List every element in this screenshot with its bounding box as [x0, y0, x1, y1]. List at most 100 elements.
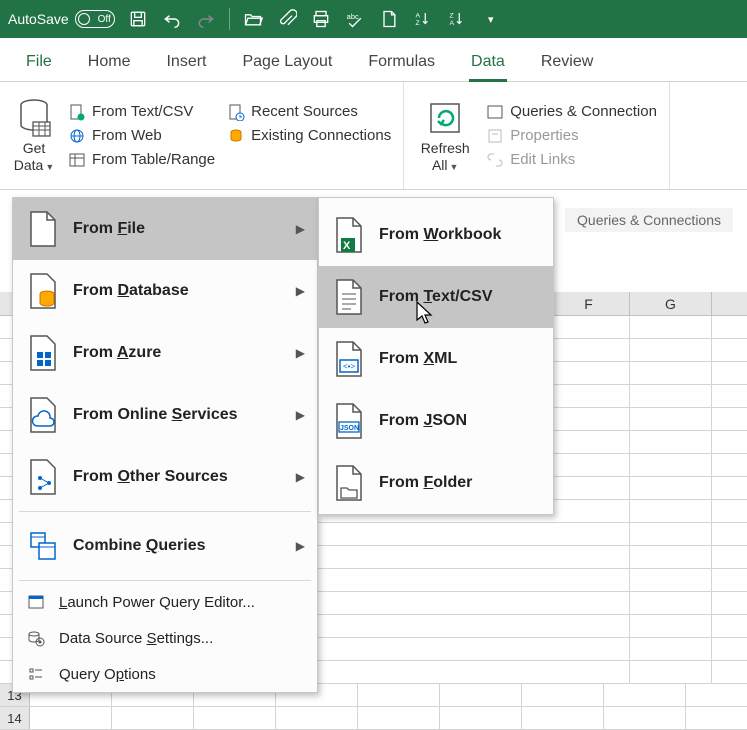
- text-file-icon: [68, 103, 86, 121]
- svg-text:A: A: [415, 13, 420, 20]
- properties-button: Properties: [486, 127, 657, 145]
- chevron-right-icon: ▶: [296, 222, 305, 236]
- submenu-workbook-label: From Workbook: [379, 226, 501, 244]
- separator: [19, 511, 311, 512]
- submenu-xml-label: From XML: [379, 350, 457, 368]
- submenu-text-csv[interactable]: From Text/CSV: [319, 266, 553, 328]
- submenu-folder[interactable]: From Folder: [319, 452, 553, 514]
- col-header-g[interactable]: G: [630, 292, 712, 315]
- menu-combine[interactable]: Combine Queries ▶: [13, 515, 317, 577]
- submenu-workbook[interactable]: X From Workbook: [319, 204, 553, 266]
- chevron-right-icon: ▶: [296, 346, 305, 360]
- submenu-text-csv-label: From Text/CSV: [379, 288, 493, 306]
- settings-icon: [27, 629, 45, 647]
- undo-icon[interactable]: [161, 8, 183, 30]
- text-csv-icon: [333, 278, 365, 316]
- get-data-stack2: Recent Sources Existing Connections: [221, 86, 397, 185]
- redo-icon[interactable]: [195, 8, 217, 30]
- database-icon: [16, 98, 52, 138]
- menu-from-azure-label: From Azure: [73, 344, 161, 362]
- from-web-button[interactable]: From Web: [68, 127, 215, 145]
- get-data-label1: Get: [23, 140, 46, 157]
- sort-asc-icon[interactable]: AZ: [412, 8, 434, 30]
- svg-text:A: A: [449, 20, 454, 27]
- tab-page-layout[interactable]: Page Layout: [224, 45, 350, 81]
- menu-data-source-label: Data Source Settings...: [59, 630, 213, 647]
- refresh-label2: All▼: [432, 157, 458, 174]
- workbook-icon: X: [333, 216, 365, 254]
- recent-icon: [227, 103, 245, 121]
- sort-desc-icon[interactable]: ZA: [446, 8, 468, 30]
- autosave-toggle[interactable]: AutoSave Off: [8, 10, 115, 28]
- get-data-label2: Data▼: [14, 157, 55, 174]
- title-bar: AutoSave Off abc AZ ZA ▾: [0, 0, 747, 38]
- menu-data-source[interactable]: Data Source Settings...: [13, 620, 317, 656]
- spellcheck-icon[interactable]: abc: [344, 8, 366, 30]
- menu-from-database[interactable]: From Database ▶: [13, 260, 317, 322]
- from-file-submenu: X From Workbook From Text/CSV <•> From X…: [318, 197, 554, 515]
- get-data-menu: From File ▶ From Database ▶ From Azure ▶…: [12, 197, 318, 693]
- azure-icon: [27, 334, 59, 372]
- other-sources-icon: [27, 458, 59, 496]
- from-web-label: From Web: [92, 127, 162, 144]
- open-icon[interactable]: [242, 8, 264, 30]
- menu-from-other[interactable]: From Other Sources ▶: [13, 446, 317, 508]
- queries-connections-button[interactable]: Queries & Connection: [486, 103, 657, 121]
- menu-query-options-label: Query Options: [59, 666, 156, 683]
- refresh-icon: [425, 98, 465, 138]
- from-table-label: From Table/Range: [92, 151, 215, 168]
- tab-data[interactable]: Data: [453, 45, 523, 81]
- svg-text:abc: abc: [346, 12, 358, 21]
- submenu-xml[interactable]: <•> From XML: [319, 328, 553, 390]
- customize-qat-icon[interactable]: ▾: [480, 8, 502, 30]
- menu-query-options[interactable]: Query Options: [13, 656, 317, 692]
- group-get-transform: Get Data▼ From Text/CSV From Web From Ta…: [0, 82, 404, 189]
- menu-launch-pqe[interactable]: Launch Power Query Editor...: [13, 584, 317, 620]
- chevron-right-icon: ▶: [296, 408, 305, 422]
- col-header-f[interactable]: F: [548, 292, 630, 315]
- chevron-right-icon: ▶: [296, 284, 305, 298]
- chevron-right-icon: ▶: [296, 539, 305, 553]
- tab-insert[interactable]: Insert: [148, 45, 224, 81]
- menu-from-other-label: From Other Sources: [73, 468, 228, 486]
- cloud-icon: [27, 396, 59, 434]
- queries-connections-panel-header: Queries & Connections: [565, 208, 733, 232]
- save-icon[interactable]: [127, 8, 149, 30]
- connections-icon: [227, 127, 245, 145]
- ribbon-tabs: File Home Insert Page Layout Formulas Da…: [0, 38, 747, 82]
- get-data-stack1: From Text/CSV From Web From Table/Range: [62, 86, 221, 185]
- queries-conn-label: Queries & Connection: [510, 103, 657, 120]
- tab-review[interactable]: Review: [523, 45, 611, 81]
- existing-connections-button[interactable]: Existing Connections: [227, 127, 391, 145]
- menu-from-file[interactable]: From File ▶: [13, 198, 317, 260]
- attach-icon[interactable]: [276, 8, 298, 30]
- print-icon[interactable]: [310, 8, 332, 30]
- submenu-json[interactable]: JSON From JSON: [319, 390, 553, 452]
- tab-file[interactable]: File: [8, 45, 70, 81]
- combine-icon: [27, 527, 59, 565]
- svg-text:JSON: JSON: [340, 425, 359, 432]
- toggle-off-icon: Off: [75, 10, 115, 28]
- menu-launch-pqe-label: Launch Power Query Editor...: [59, 594, 255, 611]
- folder-icon: [333, 464, 365, 502]
- links-icon: [486, 151, 504, 169]
- menu-from-database-label: From Database: [73, 282, 189, 300]
- menu-from-azure[interactable]: From Azure ▶: [13, 322, 317, 384]
- get-data-button[interactable]: Get Data▼: [6, 86, 62, 185]
- recent-sources-button[interactable]: Recent Sources: [227, 103, 391, 121]
- tab-formulas[interactable]: Formulas: [350, 45, 453, 81]
- new-icon[interactable]: [378, 8, 400, 30]
- ribbon-content: Get Data▼ From Text/CSV From Web From Ta…: [0, 82, 747, 190]
- web-icon: [68, 127, 86, 145]
- from-text-csv-button[interactable]: From Text/CSV: [68, 103, 215, 121]
- from-table-button[interactable]: From Table/Range: [68, 151, 215, 169]
- refresh-all-button[interactable]: Refresh All▼: [410, 86, 480, 185]
- separator: [19, 580, 311, 581]
- recent-sources-label: Recent Sources: [251, 103, 358, 120]
- tab-home[interactable]: Home: [70, 45, 149, 81]
- edit-links-label: Edit Links: [510, 151, 575, 168]
- autosave-label: AutoSave: [8, 11, 69, 27]
- menu-from-online[interactable]: From Online Services ▶: [13, 384, 317, 446]
- row-header-14[interactable]: 14: [0, 707, 30, 729]
- menu-from-online-label: From Online Services: [73, 406, 238, 424]
